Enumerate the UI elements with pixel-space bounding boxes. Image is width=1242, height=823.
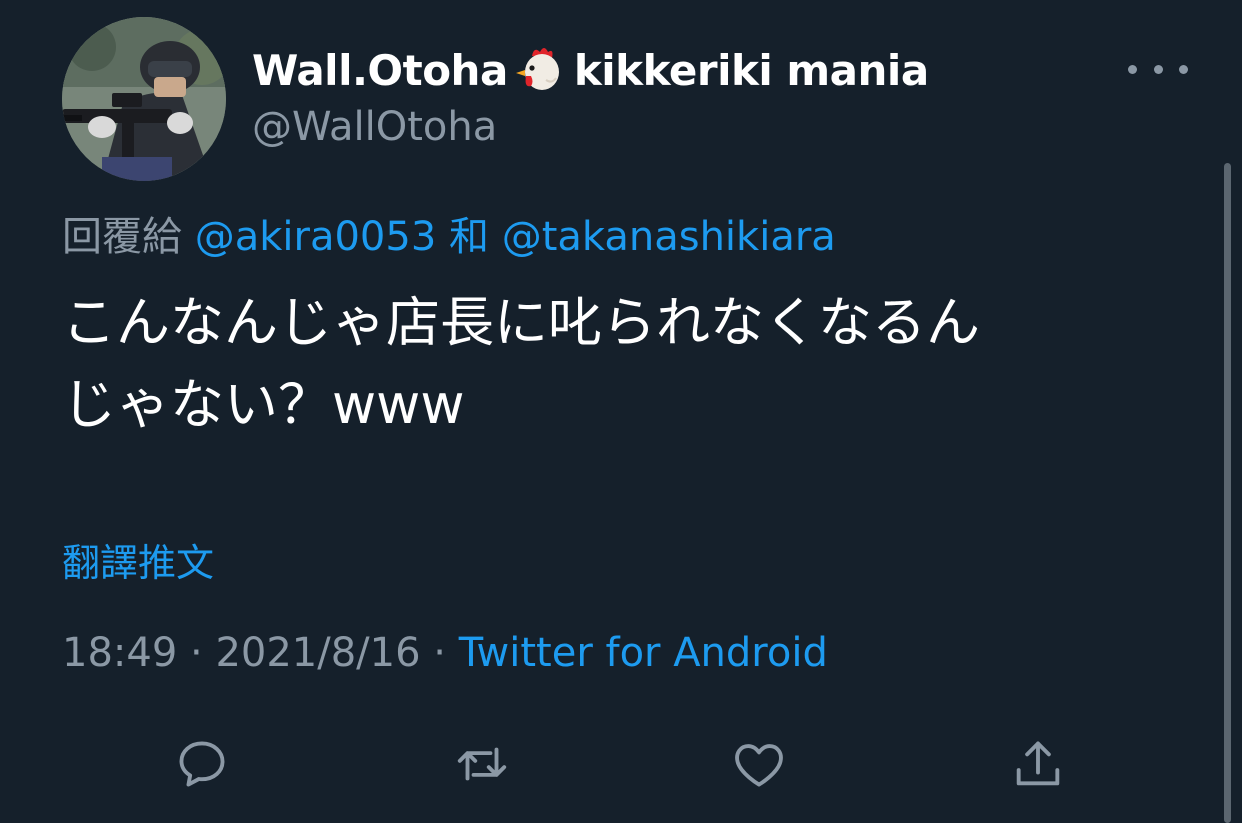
share-button[interactable] [1008,734,1068,794]
rooster-emoji-icon [512,42,568,98]
reply-joiner: 和 [448,214,489,260]
tweet-text-line: じゃない？www [62,373,465,436]
tweet-time[interactable]: 18:49 [62,630,177,676]
replying-to: 回覆給 @akira0053 和 @takanashikiara [62,204,836,262]
heart-icon [735,744,783,787]
retweet-icon [457,747,507,781]
display-name-text: Wall.Otoha [252,45,508,95]
mention-link[interactable]: @takanashikiara [502,214,836,260]
tweet-metadata: 18:49 · 2021/8/16 · Twitter for Android [62,630,828,676]
reply-button[interactable] [172,734,232,794]
mention-link[interactable]: @akira0053 [195,214,437,260]
meta-separator: · [433,630,446,676]
share-icon [1016,741,1060,786]
reply-prefix: 回覆給 [62,214,182,260]
scrollbar[interactable] [1224,163,1231,823]
avatar-image [62,17,226,181]
tweet-text-line: こんなんじゃ店長に叱られなくなるん [62,291,980,354]
meta-separator: · [190,630,203,676]
avatar[interactable] [62,17,226,181]
translate-tweet-link[interactable]: 翻譯推文 [62,532,214,587]
like-button[interactable] [729,734,789,794]
more-options-icon[interactable] [1128,54,1188,84]
user-handle[interactable]: @WallOtoha [252,104,497,150]
tweet-text: こんなんじゃ店長に叱られなくなるん じゃない？www [62,282,1202,446]
tweet-source-link[interactable]: Twitter for Android [459,630,828,676]
comment-icon [179,741,225,787]
display-name-suffix: kikkeriki mania [573,45,929,95]
dot [1153,64,1163,74]
display-name[interactable]: Wall.Otoha kikkeriki mania [252,40,929,100]
dot [1179,64,1188,74]
retweet-button[interactable] [452,734,512,794]
dot [1128,64,1137,74]
tweet-date[interactable]: 2021/8/16 [215,630,420,676]
